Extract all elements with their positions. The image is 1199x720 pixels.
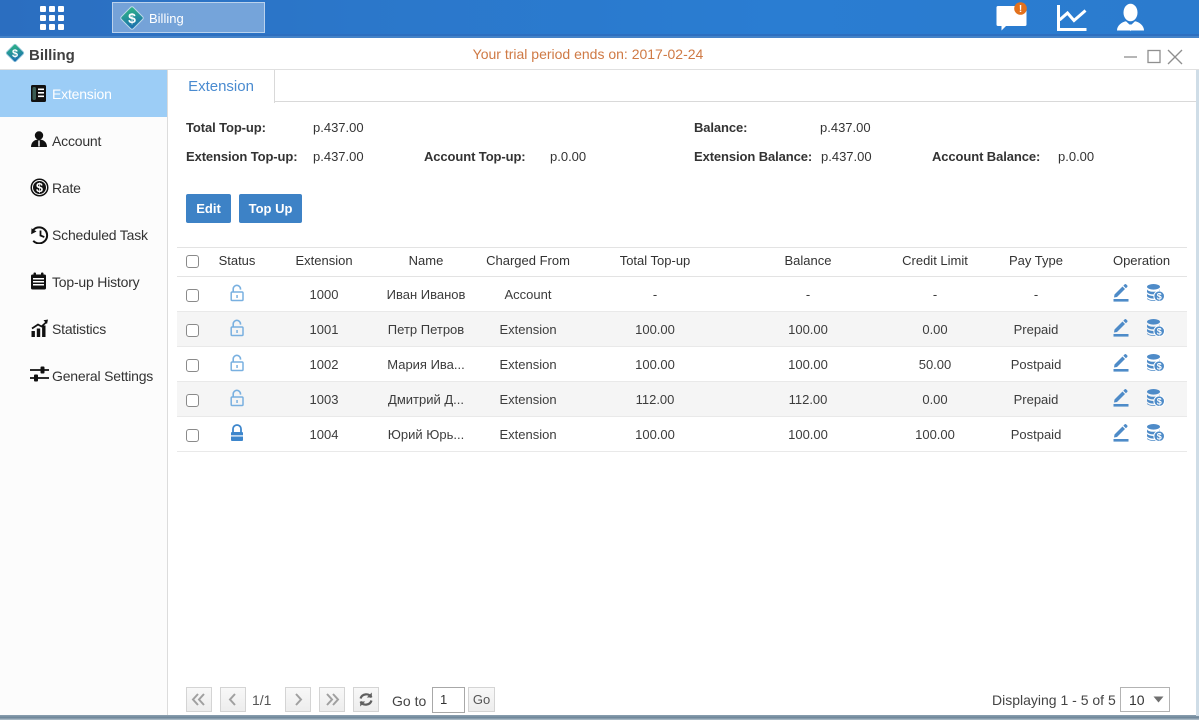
svg-text:!: ! xyxy=(1019,4,1022,15)
svg-text:$: $ xyxy=(1157,397,1162,407)
svg-text:$: $ xyxy=(1157,432,1162,442)
svg-text:$: $ xyxy=(128,10,136,26)
svg-text:$: $ xyxy=(1157,292,1162,302)
svg-text:$: $ xyxy=(36,181,43,195)
svg-text:$: $ xyxy=(1157,327,1162,337)
svg-text:$: $ xyxy=(1157,362,1162,372)
